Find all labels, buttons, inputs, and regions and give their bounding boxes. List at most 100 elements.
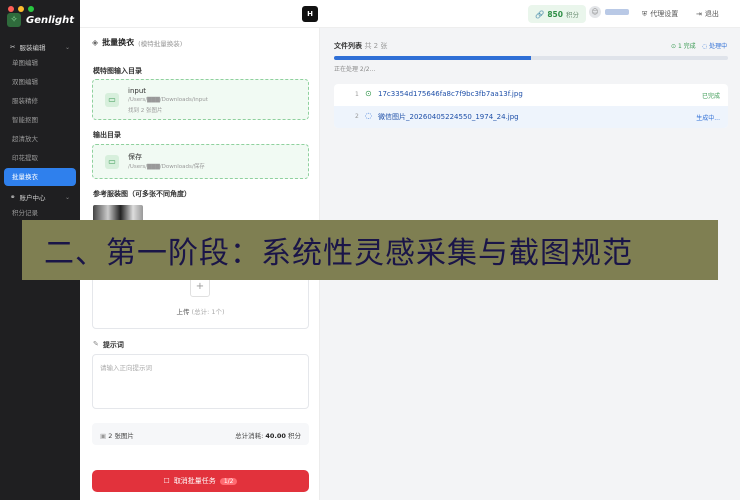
nav-group-account: ⚭ 账户中心 ⌄ 积分记录 — [0, 190, 80, 223]
check-circle-icon: ⊙ — [365, 89, 372, 98]
image-count: ▣ 2 张图片 — [100, 430, 134, 440]
prompt-label: ✎ 提示词 — [93, 340, 124, 350]
batch-progress-bar — [334, 56, 728, 60]
cancel-batch-label: 取消批量任务 — [173, 477, 216, 485]
close-window-button[interactable] — [8, 6, 14, 12]
input-dir-name: input — [128, 87, 147, 95]
chevron-down-icon: ⌄ — [64, 43, 70, 51]
folder-icon: ▭ — [105, 93, 119, 107]
total-cost: 总计消耗: 40.00 积分 — [235, 430, 301, 440]
logout-icon: ⇥ — [696, 10, 702, 18]
chevron-down-icon: ⌄ — [64, 193, 70, 201]
nav-group-label: 服装编辑 — [19, 44, 46, 52]
cost-value: 40.00 — [265, 432, 286, 440]
file-list-header: 文件列表 共 2 张 — [334, 41, 387, 51]
proxy-settings-label: 代理设置 — [650, 10, 679, 18]
sidebar-item-batch-swap[interactable]: 批量换衣 — [4, 168, 76, 186]
page-title: 批量换衣 — [102, 38, 135, 47]
overlay-banner: 二、第一阶段：系统性灵感采集与截图规范 — [22, 220, 718, 280]
minimize-window-button[interactable] — [18, 6, 24, 12]
upload-label: 上传 — [176, 308, 190, 316]
list-item[interactable]: 2 ◌ 微信图片_20260405224550_1974_24.jpg 生成中.… — [334, 106, 728, 128]
proxy-settings-button[interactable]: ⛨ 代理设置 — [642, 9, 678, 19]
output-dir-picker[interactable]: ▭ 保存 /Users/▇▇▇/Downloads/保存 — [92, 144, 309, 179]
nav-group-garment: ✂ 服装编辑 ⌄ 单图编辑 双图编辑 服装精修 智能抠图 超清放大 印花提取 批… — [0, 40, 80, 186]
layers-icon: ◈ — [92, 38, 99, 47]
plus-icon: + — [190, 277, 210, 297]
points-badge: 🔗 850 积分 — [528, 5, 586, 23]
spinner-icon: ◌ — [365, 111, 372, 120]
link-icon: 🔗 — [535, 9, 545, 19]
status-badge: 生成中... — [696, 115, 720, 122]
upload-text: 上传 (总计: 1个) — [93, 306, 308, 316]
input-dir-path: /Users/▇▇▇/Downloads/input — [128, 97, 208, 103]
avatar: ☺ — [589, 6, 601, 18]
nav-group-header-account[interactable]: ⚭ 账户中心 ⌄ — [0, 190, 80, 204]
input-dir-note: 找到 2 张图片 — [128, 108, 163, 114]
points-unit: 积分 — [566, 11, 579, 19]
done-stat-text: 1 完成 — [677, 43, 696, 50]
output-dir-label: 输出目录 — [93, 131, 121, 139]
sidebar-item-dual-edit[interactable]: 双图编辑 — [0, 73, 80, 92]
input-dir-label: 模特图输入目录 — [93, 67, 142, 75]
file-list: 1 ⊙ 17c3354d175646fa8c7f9bc3fb7aa13f.jpg… — [334, 84, 728, 128]
user-name-redacted — [605, 9, 629, 15]
processing-stat-text: 处理中 — [709, 43, 728, 50]
topbar: H 🔗 850 积分 ☺ ⛨ 代理设置 ⇥ 退出 — [80, 0, 740, 28]
image-count-text: 2 张图片 — [108, 432, 134, 440]
sidebar-item-refine[interactable]: 服装精修 — [0, 92, 80, 111]
brand: ✧ Genlight — [7, 13, 74, 27]
file-index: 1 — [355, 91, 359, 98]
points-value: 850 — [547, 9, 563, 19]
page-subtitle: (模特批量换装) — [138, 39, 183, 48]
cost-unit: 积分 — [288, 432, 301, 440]
summary-bar: ▣ 2 张图片 总计消耗: 40.00 积分 — [92, 423, 309, 445]
progress-fill — [334, 56, 531, 60]
maximize-window-button[interactable] — [28, 6, 34, 12]
output-dir-name: 保存 — [128, 153, 142, 161]
file-index: 2 — [355, 113, 359, 120]
shield-icon: ⛨ — [642, 9, 648, 18]
nav-group-label: 账户中心 — [19, 194, 46, 202]
reference-label: 参考服装图（可多张不同角度） — [93, 190, 191, 198]
logout-label: 退出 — [704, 10, 719, 18]
pencil-icon: ✎ — [93, 340, 99, 348]
file-list-count: 共 2 张 — [364, 42, 388, 50]
upload-count: (总计: 1个) — [191, 308, 225, 316]
app-name: Genlight — [26, 14, 75, 26]
check-circle-icon: ⊙ — [671, 43, 677, 50]
sidebar-item-upscale[interactable]: 超清放大 — [0, 130, 80, 149]
stop-icon: ☐ — [163, 477, 170, 485]
prompt-label-text: 提示词 — [102, 341, 124, 349]
file-name: 17c3354d175646fa8c7f9bc3fb7aa13f.jpg — [378, 90, 523, 98]
cost-label: 总计消耗: — [235, 432, 264, 440]
banner-text: 二、第一阶段：系统性灵感采集与截图规范 — [44, 236, 633, 271]
output-dir-path: /Users/▇▇▇/Downloads/保存 — [128, 164, 205, 170]
app-window: ✧ Genlight ✂ 服装编辑 ⌄ 单图编辑 双图编辑 服装精修 智能抠图 … — [0, 0, 740, 500]
input-dir-picker[interactable]: ▭ input /Users/▇▇▇/Downloads/input 找到 2 … — [92, 79, 309, 120]
status-badge: 已完成 — [701, 93, 720, 100]
list-item[interactable]: 1 ⊙ 17c3354d175646fa8c7f9bc3fb7aa13f.jpg… — [334, 84, 728, 106]
sidebar-item-cutout[interactable]: 智能抠图 — [0, 111, 80, 130]
image-icon: ▣ — [100, 432, 107, 440]
user-menu[interactable]: ☺ — [589, 6, 629, 18]
sidebar-item-single-edit[interactable]: 单图编辑 — [0, 54, 80, 73]
sidebar-item-print-extract[interactable]: 印花提取 — [0, 149, 80, 168]
panel-header: ◈ 批量换衣 (模特批量换装) — [92, 37, 182, 48]
logo-icon: ✧ — [7, 13, 21, 27]
logout-button[interactable]: ⇥ 退出 — [696, 9, 719, 19]
link-icon: ⚭ — [10, 193, 16, 201]
prompt-input[interactable]: 请输入正向提示词 — [92, 354, 309, 409]
processing-text: 正在处理 2/2... — [334, 66, 376, 73]
file-list-title: 文件列表 — [334, 42, 362, 50]
scissors-icon: ✂ — [10, 43, 16, 51]
spinner-icon: ◌ — [702, 43, 708, 50]
nav-group-header-garment[interactable]: ✂ 服装编辑 ⌄ — [0, 40, 80, 54]
file-name: 微信图片_20260405224550_1974_24.jpg — [378, 113, 519, 121]
cancel-progress-pill: 1/2 — [219, 477, 238, 485]
cancel-batch-button[interactable]: ☐ 取消批量任务 1/2 — [92, 470, 309, 492]
folder-icon: ▭ — [105, 155, 119, 169]
processing-stat: ◌ 处理中 — [702, 41, 727, 50]
h-badge[interactable]: H — [302, 6, 318, 22]
window-controls — [8, 6, 34, 12]
